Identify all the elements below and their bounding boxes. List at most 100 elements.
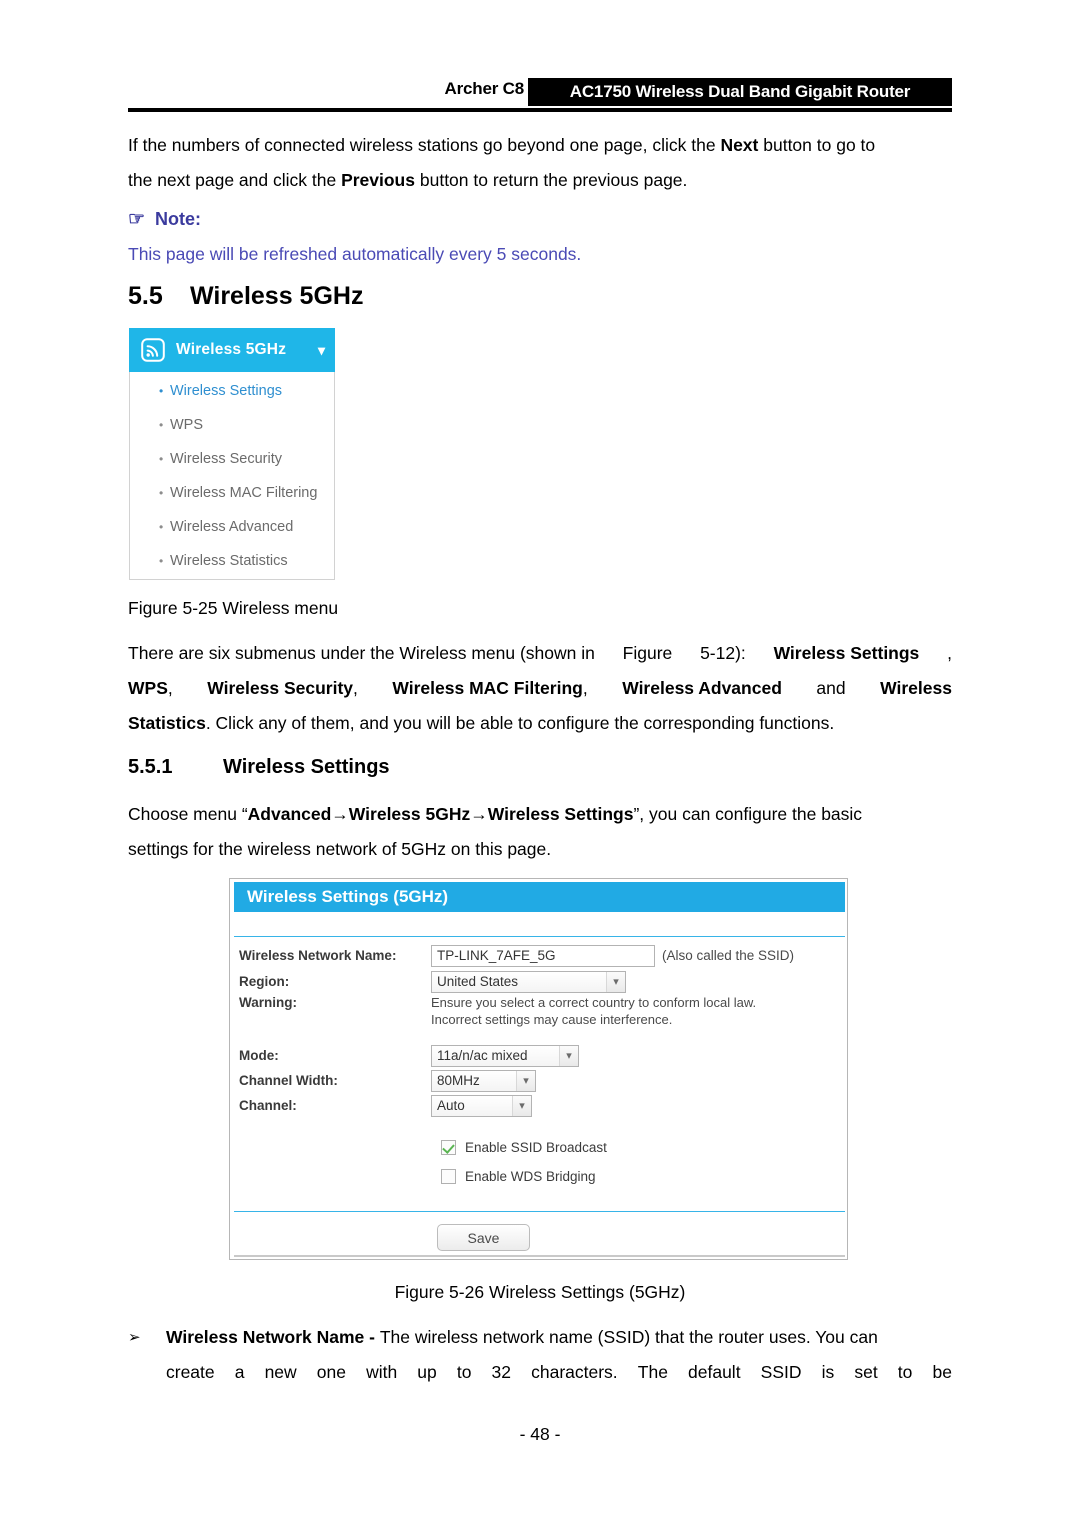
menu-item-wireless-security[interactable]: • Wireless Security [130, 451, 334, 485]
menu-item-wireless-mac-filtering[interactable]: • Wireless MAC Filtering [130, 485, 334, 519]
header-rule [128, 108, 952, 112]
submenu-line-1: There are six submenus under the Wireles… [128, 636, 952, 671]
subsection-heading-5-5-1: 5.5.1 Wireless Settings [128, 756, 390, 779]
submenu-line-3: Statistics. Click any of them, and you w… [128, 706, 952, 741]
ssid-input[interactable]: TP-LINK_7AFE_5G [431, 945, 655, 967]
region-field-wrap: United States ▾ [431, 971, 626, 993]
field-row-channel: Channel: Auto ▾ [230, 1095, 847, 1117]
bullet-word: up [417, 1362, 437, 1382]
channel-select-value: Auto [437, 1098, 465, 1113]
wireless-network-name-field-wrap: TP-LINK_7AFE_5G [431, 945, 655, 967]
bullet-icon: • [159, 486, 164, 500]
wireless-menu-widget: Wireless 5GHz ▾ • Wireless Settings • WP… [129, 328, 335, 580]
field-row-mode: Mode: 11a/n/ac mixed ▾ [230, 1045, 847, 1067]
intro-line-1-a: If the numbers of connected wireless sta… [128, 135, 721, 155]
bullet-icon: • [159, 418, 164, 432]
keyword-wireless-settings: Wireless Settings [773, 643, 920, 663]
wireless-settings-dialog: Wireless Settings (5GHz) Wireless Networ… [229, 878, 848, 1260]
intro-paragraph: If the numbers of connected wireless sta… [128, 128, 952, 198]
header-product-banner: AC1750 Wireless Dual Band Gigabit Router [528, 78, 952, 106]
bullet-word: to [456, 1362, 472, 1382]
chevron-down-icon: ▾ [606, 972, 625, 992]
keyword-statistics: Statistics [128, 713, 206, 733]
dialog-footer-line [234, 1255, 845, 1257]
field-row-region: Region: United States ▾ [230, 971, 847, 993]
bullet-word: The [637, 1362, 668, 1382]
bullet-word: create [166, 1362, 215, 1382]
bullet-word: one [316, 1362, 346, 1382]
submenu-l3-b: . Click any of them, and you will be abl… [205, 713, 835, 733]
bullet-word: default [688, 1362, 741, 1382]
region-select[interactable]: United States ▾ [431, 971, 626, 993]
channel-label: Channel: [239, 1098, 297, 1113]
keyword-wps: WPS [128, 678, 168, 698]
channel-field-wrap: Auto ▾ [431, 1095, 532, 1117]
channel-width-select[interactable]: 80MHz ▾ [431, 1070, 536, 1092]
bullet-line-2: create a new one with up to 32 character… [128, 1355, 952, 1390]
submenu-l2-mac: Wireless MAC Filtering, [392, 671, 587, 706]
subsection-number: 5.5.1 [128, 756, 173, 778]
dialog-title-bar: Wireless Settings (5GHz) [234, 882, 845, 912]
channel-select[interactable]: Auto ▾ [431, 1095, 532, 1117]
figure-25-caption: Figure 5-25 Wireless menu [128, 598, 339, 618]
chevron-down-icon[interactable]: ▾ [318, 343, 325, 357]
region-select-value: United States [437, 974, 519, 989]
bullet-word: a [234, 1362, 245, 1382]
bullet-word: characters. [531, 1362, 618, 1382]
wireless-network-name-label: Wireless Network Name: [239, 948, 397, 963]
channel-width-field-wrap: 80MHz ▾ [431, 1070, 536, 1092]
keyword-wireless-advanced: Wireless Advanced [622, 678, 782, 698]
enable-wds-bridging-label: Enable WDS Bridging [465, 1169, 596, 1184]
menu-item-wps[interactable]: • WPS [130, 417, 334, 451]
keyword-wireless-network-name: Wireless Network Name - [166, 1327, 380, 1347]
field-row-warning: Warning: Ensure you select a correct cou… [230, 992, 847, 1028]
wireless-menu-header[interactable]: Wireless 5GHz ▾ [129, 328, 335, 372]
field-row-wireless-network-name: Wireless Network Name: TP-LINK_7AFE_5G (… [230, 945, 847, 967]
bullet-word: is [821, 1362, 835, 1382]
submenu-paragraph: There are six submenus under the Wireles… [128, 636, 952, 741]
submenu-l1-figure-word: Figure [622, 643, 673, 663]
intro-line-1: If the numbers of connected wireless sta… [128, 128, 952, 163]
checkbox-row-enable-ssid-broadcast[interactable]: Enable SSID Broadcast [441, 1140, 607, 1155]
bullet-line-1-rest: The wireless network name (SSID) that th… [379, 1327, 878, 1347]
warning-label: Warning: [239, 995, 297, 1010]
chevron-down-icon: ▾ [512, 1096, 531, 1116]
menu-item-wireless-settings[interactable]: • Wireless Settings [130, 383, 334, 417]
checkbox-row-enable-wds-bridging[interactable]: Enable WDS Bridging [441, 1169, 596, 1184]
bullet-icon: • [159, 384, 164, 398]
next-button-keyword: Next [720, 135, 759, 155]
note-label: Note: [155, 209, 202, 229]
enable-ssid-broadcast-checkbox[interactable] [441, 1140, 456, 1155]
intro-line-2: the next page and click the Previous but… [128, 163, 952, 198]
submenu-l1-e: , [947, 643, 952, 663]
intro-line-2-a: the next page and click the [128, 170, 342, 190]
save-button[interactable]: Save [437, 1224, 530, 1251]
submenu-l2-d: , [353, 678, 358, 698]
menu-item-wireless-advanced[interactable]: • Wireless Advanced [130, 519, 334, 553]
section-heading-5-5: 5.5 Wireless 5GHz [128, 282, 363, 311]
mode-select[interactable]: 11a/n/ac mixed ▾ [431, 1045, 579, 1067]
menu-item-label: Wireless Advanced [170, 519, 294, 535]
warning-text-line-2: Incorrect settings may cause interferenc… [431, 1012, 673, 1027]
menu-item-label: Wireless Statistics [170, 553, 288, 569]
dialog-divider-top [234, 936, 845, 937]
figure-26-caption: Figure 5-26 Wireless Settings (5GHz) [394, 1282, 686, 1302]
intro-line-1-c: button to go to [758, 135, 876, 155]
menu-item-wireless-statistics[interactable]: • Wireless Statistics [130, 553, 334, 587]
pointing-hand-icon: ☞ [128, 209, 146, 230]
warning-text-line-1: Ensure you select a correct country to c… [431, 995, 757, 1010]
region-label: Region: [239, 974, 290, 989]
enable-wds-bridging-checkbox[interactable] [441, 1169, 456, 1184]
intro-line-1-text: If the numbers of connected wireless sta… [128, 128, 875, 163]
menu-path-keyword: Advanced→Wireless 5GHz→Wireless Settings [247, 804, 634, 824]
bullet-word: be [932, 1362, 952, 1382]
choose-l1-a: Choose menu “ [128, 804, 248, 824]
choose-l1-c: ”, you can configure the basic [633, 804, 863, 824]
menu-item-label: WPS [170, 417, 204, 433]
submenu-l2-f: , [582, 678, 588, 698]
menu-item-label: Wireless Security [170, 451, 282, 467]
chevron-down-icon: ▾ [516, 1071, 535, 1091]
submenu-l2-wps: WPS, [128, 671, 173, 706]
keyword-wireless-mac-filtering: Wireless MAC Filtering [392, 678, 583, 698]
submenu-line-2: WPS, Wireless Security, Wireless MAC Fil… [128, 671, 952, 706]
